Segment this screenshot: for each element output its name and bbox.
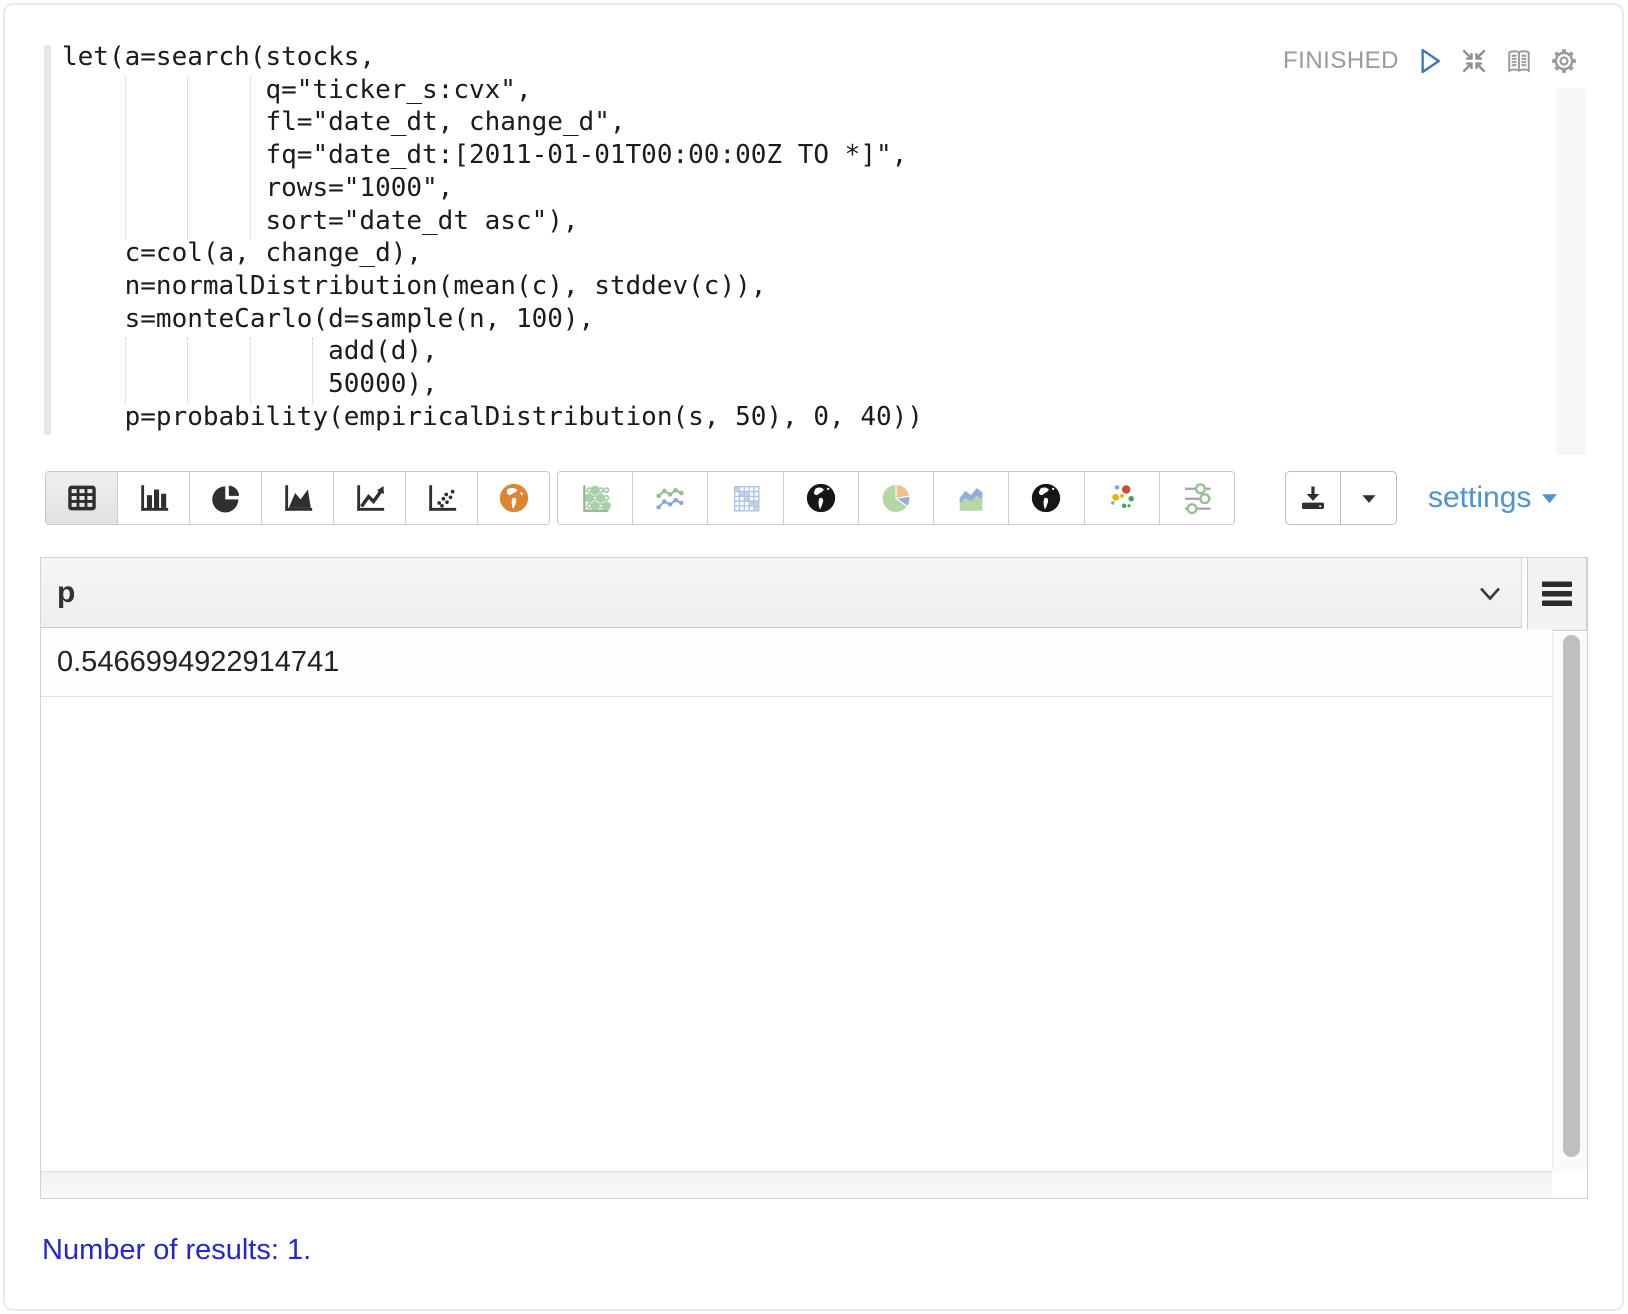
result-table: p 0.5466994922914741	[40, 557, 1588, 1199]
table-cell-value: 0.5466994922914741	[41, 629, 1552, 697]
viz-toolbar-group-1	[45, 471, 550, 525]
editor-gutter	[44, 45, 51, 435]
viz-toolbar-group-2	[557, 471, 1235, 525]
scrollbar-thumb[interactable]	[1563, 635, 1580, 1157]
table-menu-button[interactable]	[1527, 558, 1587, 631]
download-icon	[1298, 483, 1328, 513]
gear-icon[interactable]	[1549, 46, 1579, 76]
viz-button-world-map[interactable]	[478, 472, 549, 524]
download-split-button	[1285, 471, 1397, 525]
column-header-p[interactable]: p	[41, 558, 1522, 628]
hamburger-icon	[1542, 581, 1572, 607]
table-vertical-scrollbar[interactable]	[1552, 632, 1587, 1171]
download-button[interactable]	[1286, 472, 1341, 524]
viz-button-pie-chart-color[interactable]	[859, 472, 934, 524]
viz-button-scatter-color[interactable]	[1085, 472, 1160, 524]
viz-button-bar-chart[interactable]	[118, 472, 190, 524]
viz-button-area-chart[interactable]	[262, 472, 334, 524]
editor-scrollbar[interactable]	[1556, 88, 1586, 455]
settings-toggle[interactable]: settings	[1428, 471, 1558, 525]
status-badge: FINISHED	[1283, 47, 1399, 75]
viz-button-globe-1[interactable]	[784, 472, 859, 524]
download-options-button[interactable]	[1341, 472, 1396, 524]
viz-button-area-chart-color[interactable]	[934, 472, 1009, 524]
code-text[interactable]: let(a=search(stocks, q="ticker_s:cvx", f…	[62, 41, 923, 433]
compress-icon[interactable]	[1459, 46, 1489, 76]
viz-button-pie-chart[interactable]	[190, 472, 262, 524]
viz-button-bubble-matrix[interactable]	[558, 472, 633, 524]
viz-button-heatmap[interactable]	[708, 472, 783, 524]
table-horizontal-scrollbar[interactable]	[41, 1171, 1552, 1198]
paragraph-status-bar: FINISHED	[1283, 44, 1579, 78]
book-icon[interactable]	[1504, 46, 1534, 76]
chevron-down-icon[interactable]	[1479, 586, 1501, 602]
viz-button-globe-2[interactable]	[1009, 472, 1084, 524]
viz-button-range-sliders[interactable]	[1160, 472, 1234, 524]
viz-button-line-chart[interactable]	[334, 472, 406, 524]
viz-button-multi-line-chart[interactable]	[633, 472, 708, 524]
settings-label: settings	[1428, 481, 1531, 515]
caret-down-icon	[1357, 486, 1381, 510]
viz-button-table[interactable]	[46, 472, 118, 524]
viz-button-scatter-chart[interactable]	[406, 472, 478, 524]
caret-down-icon	[1541, 492, 1558, 505]
play-icon[interactable]	[1414, 46, 1444, 76]
results-count: Number of results: 1.	[42, 1234, 311, 1267]
column-header-label: p	[57, 576, 75, 610]
